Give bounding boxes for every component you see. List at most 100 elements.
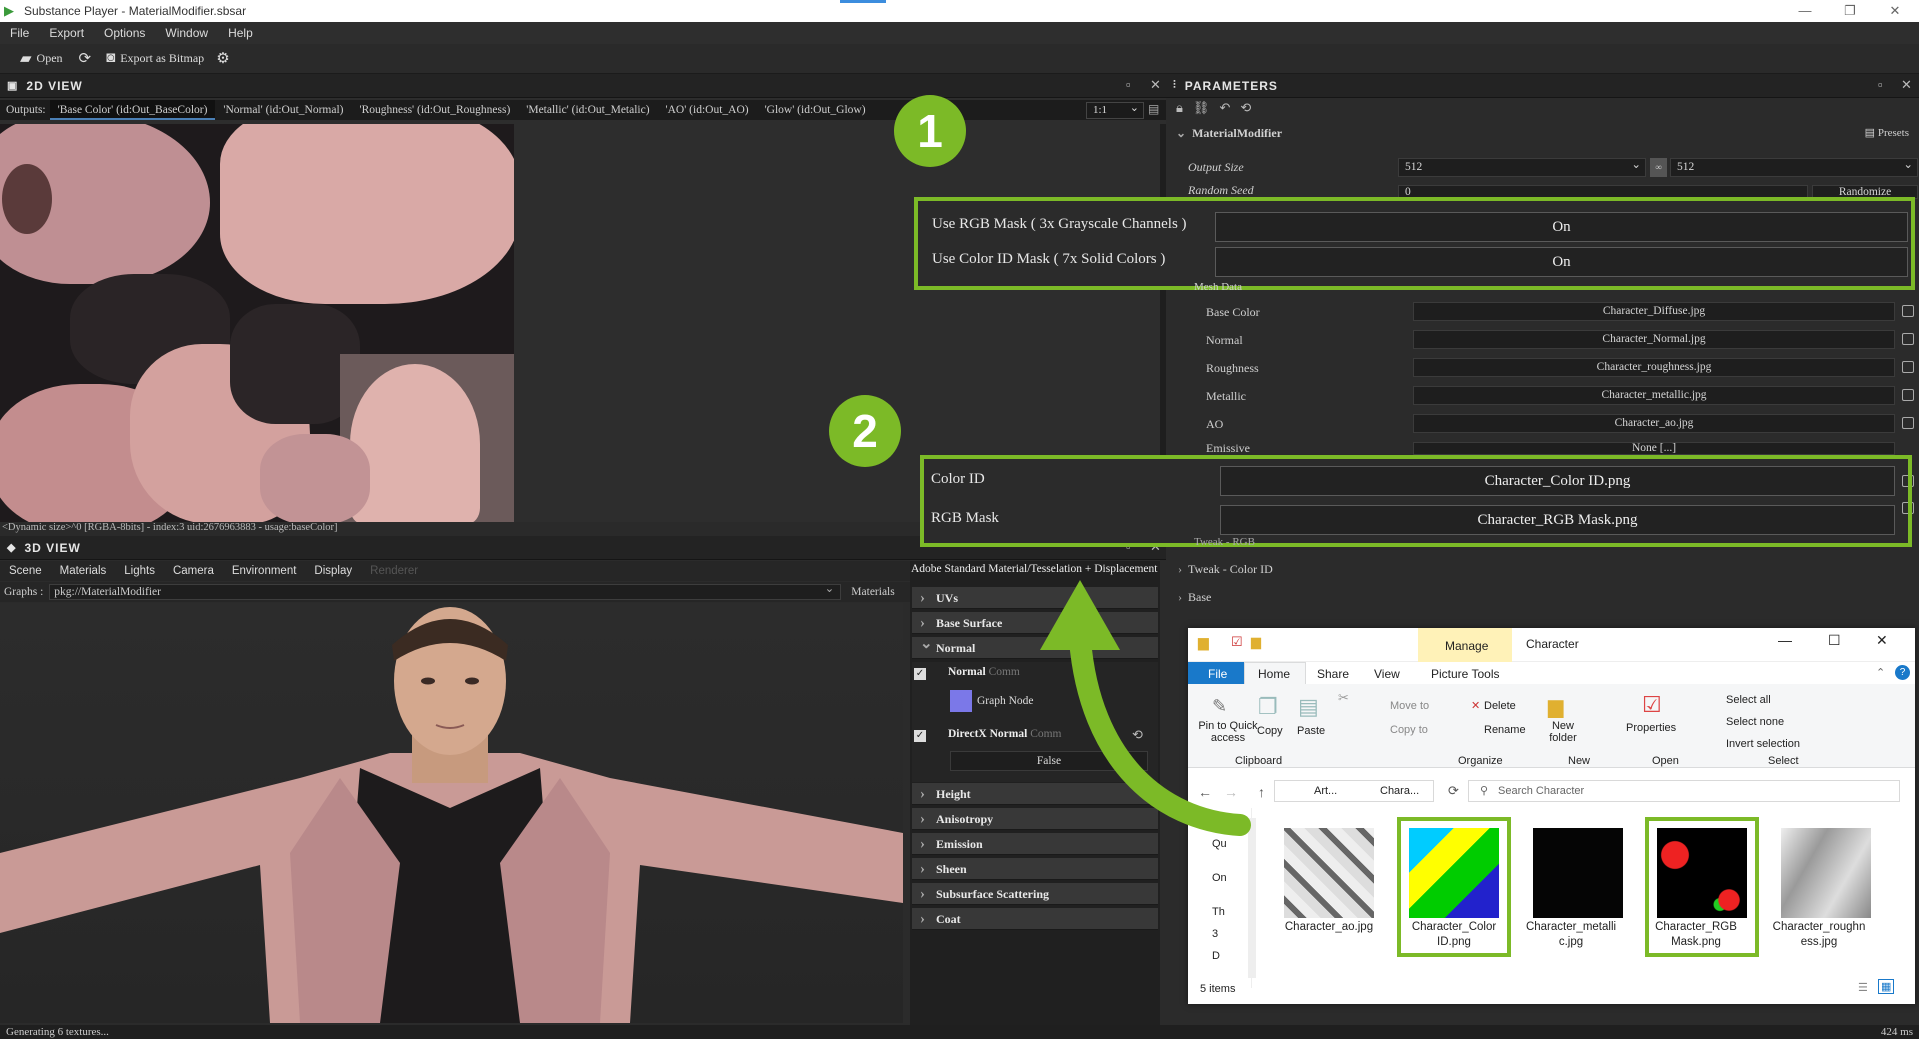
manage-label[interactable]: Manage <box>1445 639 1488 653</box>
nav-onedrive[interactable]: On <box>1212 872 1227 884</box>
thumbnail-metallic[interactable] <box>1533 828 1623 918</box>
thumbnail-ao[interactable] <box>1284 828 1374 918</box>
input-normal[interactable]: Character_Normal.jpg <box>1413 330 1895 349</box>
image-file-icon[interactable] <box>1902 305 1914 317</box>
copy-to-button[interactable]: Copy to <box>1390 724 1428 736</box>
menu-options[interactable]: Options <box>94 26 155 40</box>
close-icon[interactable]: ✕ <box>1876 632 1888 649</box>
export-view-icon[interactable]: ▤ <box>1148 102 1159 117</box>
tab-picture-tools[interactable]: Picture Tools <box>1431 667 1499 681</box>
output-size-a[interactable]: 512 ⌄ <box>1398 158 1646 177</box>
breadcrumb-art[interactable]: Art... <box>1314 785 1337 797</box>
section-sheen[interactable]: Sheen <box>912 858 1158 880</box>
image-file-icon[interactable] <box>1902 417 1914 429</box>
tab-share[interactable]: Share <box>1317 667 1349 681</box>
minimize-icon[interactable]: — <box>1785 0 1825 22</box>
paste-button[interactable]: Paste <box>1297 725 1325 737</box>
menu-file[interactable]: File <box>0 26 39 40</box>
maximize-icon[interactable]: ▫ <box>1126 77 1132 92</box>
input-roughness[interactable]: Character_roughness.jpg <box>1413 358 1895 377</box>
invert-selection-button[interactable]: Invert selection <box>1726 738 1800 750</box>
copy-button[interactable]: Copy <box>1257 725 1283 737</box>
refresh-icon[interactable]: ⟳ <box>1448 783 1459 799</box>
zoom-select[interactable]: 1:1 ⌄ <box>1086 102 1144 119</box>
tab-lights[interactable]: Lights <box>115 565 164 577</box>
viewport-3d[interactable] <box>0 603 903 1023</box>
delete-button[interactable]: Delete <box>1484 700 1516 712</box>
maximize-icon[interactable]: ▫ <box>1878 77 1884 92</box>
nav-3d[interactable]: 3 <box>1212 928 1218 940</box>
tab-environment[interactable]: Environment <box>223 565 306 577</box>
file-metallic[interactable]: Character_metallic.jpg <box>1523 920 1619 950</box>
graphs-select[interactable]: pkg://MaterialModifier <box>49 582 842 600</box>
maximize-icon[interactable]: ☐ <box>1828 632 1841 649</box>
tweak-color-id-row[interactable]: › Tweak - Color ID <box>1166 558 1919 580</box>
tab-renderer[interactable]: Renderer <box>361 565 427 577</box>
new-folder-button[interactable]: New folder <box>1538 720 1588 744</box>
menu-window[interactable]: Window <box>155 26 218 40</box>
nav-scrollbar[interactable] <box>1248 818 1256 978</box>
rename-button[interactable]: Rename <box>1484 724 1526 736</box>
cut-icon[interactable]: ✂ <box>1338 690 1349 706</box>
refresh-button[interactable]: ⟳ <box>79 49 97 68</box>
settings-button[interactable]: ⚙ <box>216 49 234 68</box>
reset-icon[interactable]: ⟲ <box>1240 100 1251 116</box>
nav-d[interactable]: D <box>1212 950 1220 962</box>
input-base-color[interactable]: Character_Diffuse.jpg <box>1413 302 1895 321</box>
directx-checkbox[interactable]: ✓ <box>914 730 926 742</box>
link-icon[interactable]: ⛓︎ <box>1193 100 1210 116</box>
collapse-ribbon-icon[interactable]: ⌃ <box>1876 666 1885 679</box>
close-icon[interactable]: ✕ <box>1150 77 1162 93</box>
tab-output-metallic[interactable]: 'Metallic' (id:Out_Metalic) <box>518 100 657 120</box>
tab-home[interactable]: Home <box>1258 667 1290 681</box>
image-file-icon[interactable] <box>1902 333 1914 345</box>
input-emissive[interactable]: None [...] <box>1413 442 1895 455</box>
large-icons-view-icon[interactable]: ▦ <box>1878 979 1895 994</box>
normal-checkbox[interactable]: ✓ <box>914 668 926 680</box>
menu-help[interactable]: Help <box>218 26 263 40</box>
image-file-icon[interactable] <box>1902 389 1914 401</box>
graph-row[interactable]: ⌄ MaterialModifier ▤ Presets <box>1166 122 1919 144</box>
file-roughness[interactable]: Character_roughness.jpg <box>1771 920 1867 950</box>
graph-node-swatch[interactable] <box>950 690 972 712</box>
tab-output-ao[interactable]: 'AO' (id:Out_AO) <box>658 100 757 120</box>
base-row[interactable]: › Base <box>1166 586 1919 608</box>
tab-output-normal[interactable]: 'Normal' (id:Out_Normal) <box>215 100 351 120</box>
output-size-b[interactable]: 512 ⌄ <box>1670 158 1918 177</box>
select-all-button[interactable]: Select all <box>1726 694 1771 706</box>
help-icon[interactable]: ? <box>1895 665 1910 680</box>
tab-view[interactable]: View <box>1374 667 1400 681</box>
tab-camera[interactable]: Camera <box>164 565 223 577</box>
close-icon[interactable]: ✕ <box>1875 0 1915 22</box>
presets-button[interactable]: ▤ Presets <box>1865 122 1909 144</box>
details-view-icon[interactable]: ☰ <box>1858 981 1868 994</box>
menu-export[interactable]: Export <box>39 26 94 40</box>
open-button[interactable]: ▰ Open <box>20 49 63 68</box>
select-none-button[interactable]: Select none <box>1726 716 1784 728</box>
link-size-toggle[interactable]: ∞ <box>1650 158 1667 177</box>
tweak-rgb-row[interactable]: Tweak - RGB <box>1166 537 1919 547</box>
thumbnail-roughness[interactable] <box>1781 828 1871 918</box>
move-to-button[interactable]: Move to <box>1390 700 1429 712</box>
image-file-icon[interactable] <box>1902 361 1914 373</box>
tab-output-basecolor[interactable]: 'Base Color' (id:Out_BaseColor) <box>49 100 216 120</box>
tab-scene[interactable]: Scene <box>0 565 51 577</box>
input-metallic[interactable]: Character_metallic.jpg <box>1413 386 1895 405</box>
minimize-icon[interactable]: — <box>1778 632 1792 648</box>
input-ao[interactable]: Character_ao.jpg <box>1413 414 1895 433</box>
nav-this-pc[interactable]: Th <box>1212 906 1225 918</box>
tab-output-roughness[interactable]: 'Roughness' (id:Out_Roughness) <box>352 100 519 120</box>
breadcrumb-chara[interactable]: Chara... <box>1380 785 1419 797</box>
tab-materials[interactable]: Materials <box>51 565 116 577</box>
tab-output-glow[interactable]: 'Glow' (id:Out_Glow) <box>757 100 874 120</box>
section-coat[interactable]: Coat <box>912 908 1158 930</box>
tab-display[interactable]: Display <box>305 565 361 577</box>
undo-icon[interactable]: ↶ <box>1219 100 1230 116</box>
restore-icon[interactable]: ❐ <box>1830 0 1870 22</box>
export-bitmap-button[interactable]: ◙ Export as Bitmap <box>106 50 204 67</box>
file-ao[interactable]: Character_ao.jpg <box>1274 920 1384 935</box>
close-icon[interactable]: ✕ <box>1901 77 1913 93</box>
lock-icon[interactable]: 🔒︎ <box>1176 100 1183 116</box>
properties-button[interactable]: Properties <box>1626 722 1676 734</box>
section-subsurface[interactable]: Subsurface Scattering <box>912 883 1158 905</box>
